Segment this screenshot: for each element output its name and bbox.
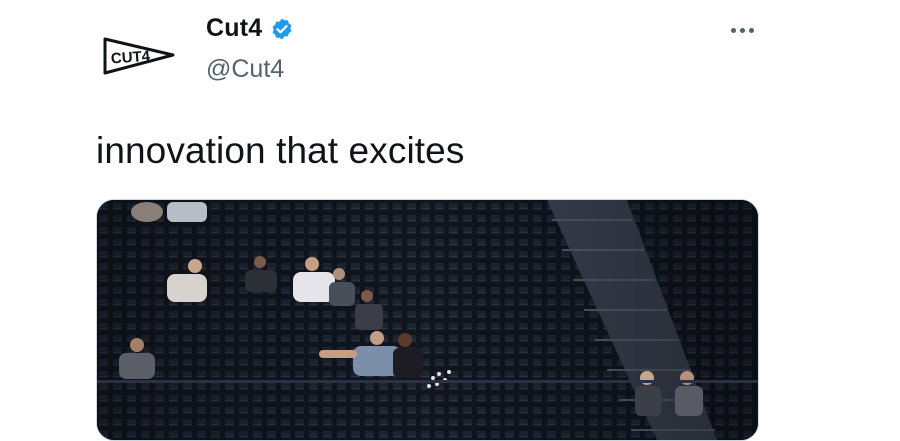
tweet-media-video[interactable]	[96, 199, 759, 441]
more-dots-icon	[748, 27, 754, 33]
stadium-stands-image	[97, 200, 758, 440]
svg-text:CUT4: CUT4	[110, 48, 151, 68]
more-options-button[interactable]	[725, 18, 759, 42]
more-dots-icon	[730, 27, 736, 33]
author-name-row: Cut4	[206, 14, 294, 43]
avatar[interactable]: CUT4	[96, 14, 180, 98]
tweet-text: innovation that excites	[96, 130, 465, 171]
author-display-name[interactable]: Cut4	[206, 14, 262, 43]
author-handle[interactable]: @Cut4	[206, 55, 284, 84]
pennant-logo-icon: CUT4	[103, 37, 175, 75]
more-dots-icon	[739, 27, 745, 33]
verified-badge-icon	[270, 17, 294, 41]
